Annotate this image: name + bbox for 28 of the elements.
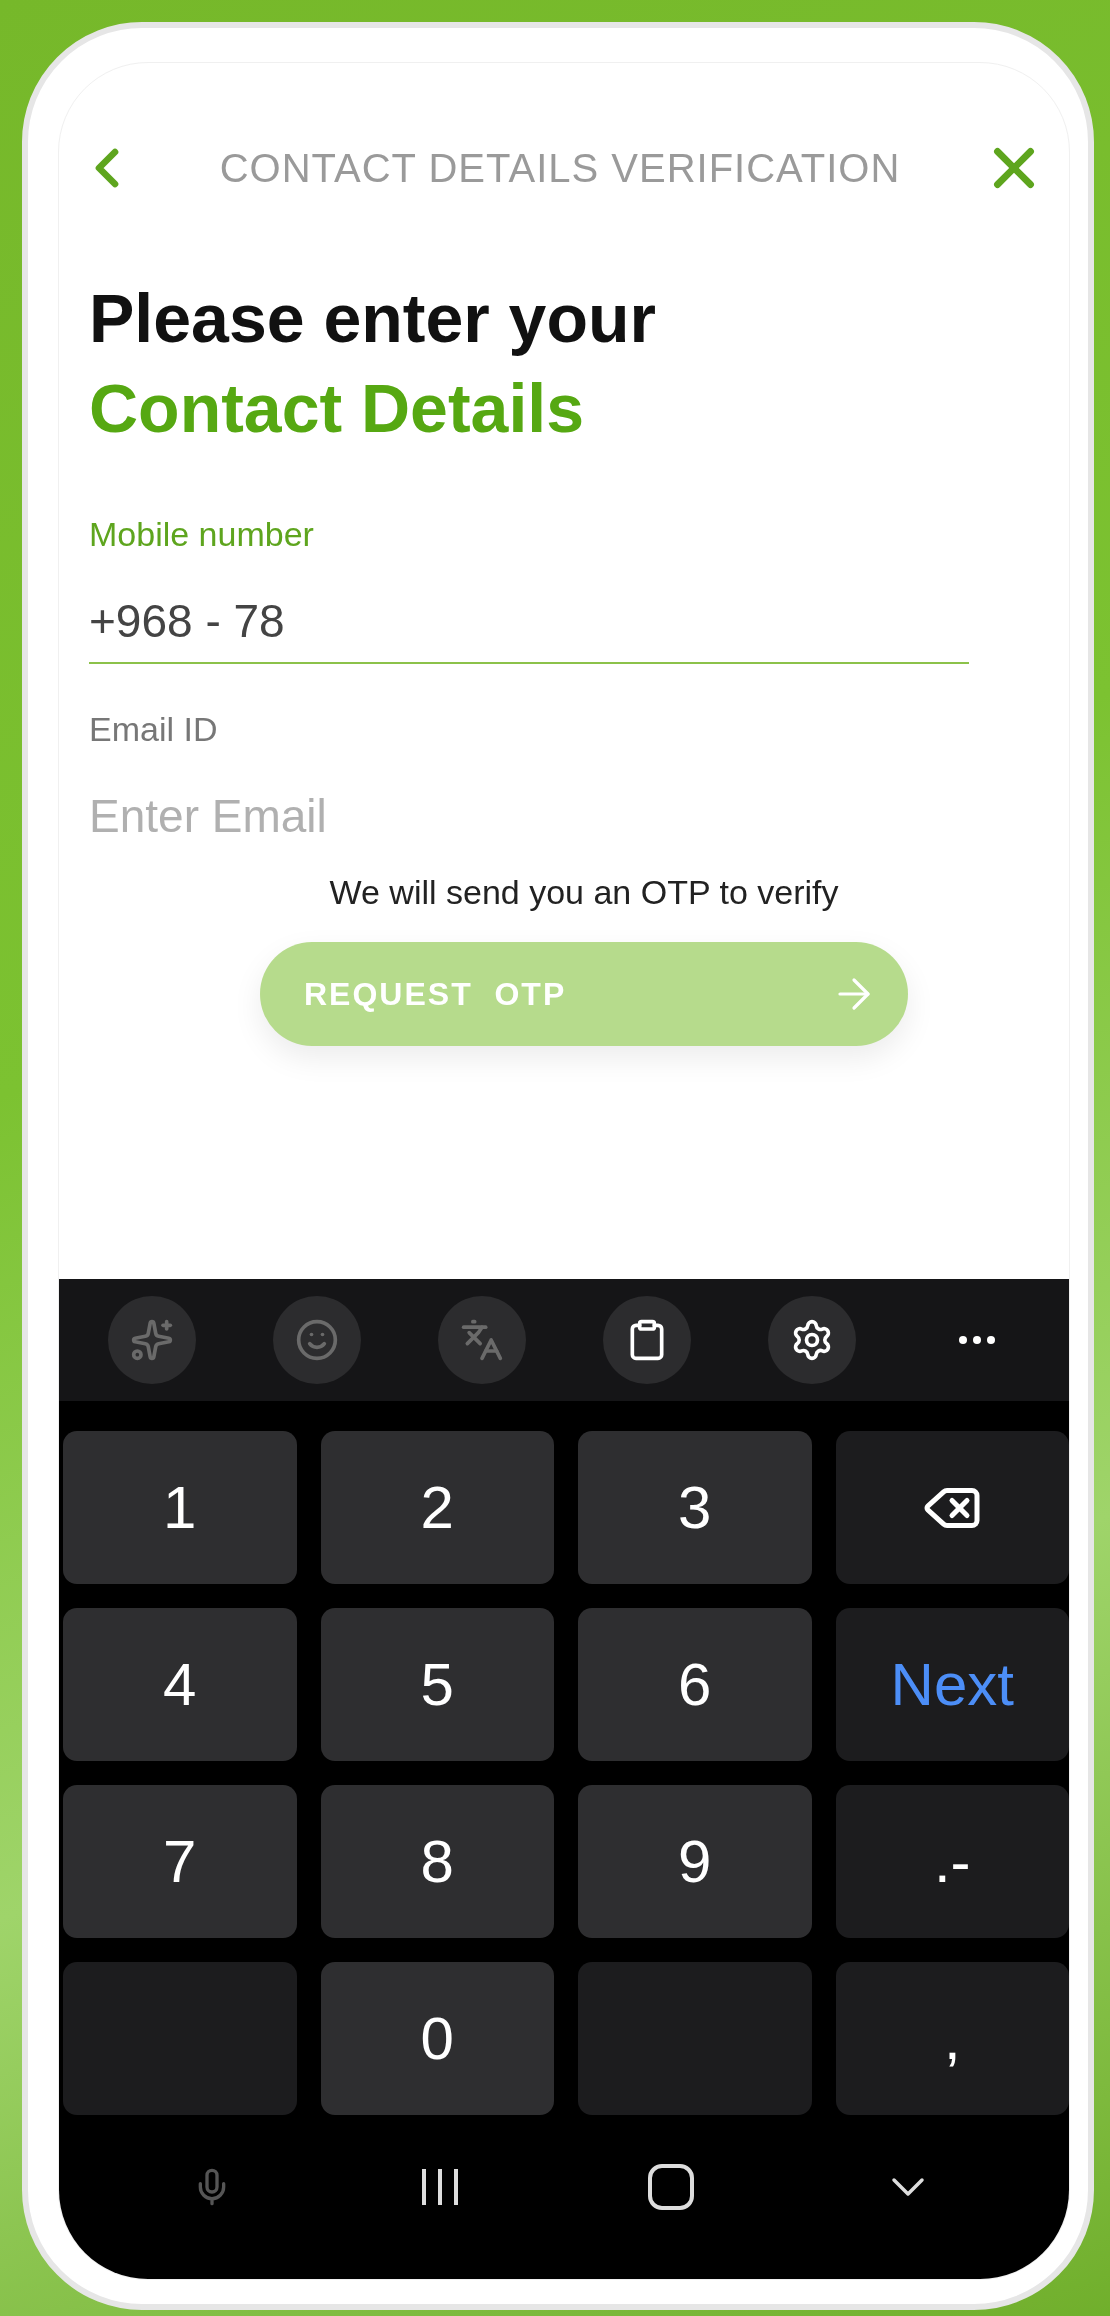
input-field[interactable]: Enter Email [89, 749, 969, 859]
keyboard-key[interactable]: 5 [320, 1608, 554, 1761]
field-label: Mobile number [89, 515, 315, 554]
keyboard-key[interactable]: 1 [63, 1431, 297, 1584]
keyboard-key[interactable]: 0 [320, 1962, 554, 2115]
page-title: CONTACT DETAILS VERIFICATION [218, 145, 902, 191]
keyboard-key[interactable]: 7 [63, 1785, 297, 1938]
keyboard-key[interactable]: 2 [320, 1431, 554, 1584]
keyboard-key[interactable]: 6 [578, 1608, 812, 1761]
backspace-key[interactable] [835, 1431, 1069, 1584]
keyboard-key[interactable]: .- [835, 1785, 1069, 1938]
home-icon [648, 2164, 694, 2210]
keyboard-key[interactable]: 4 [63, 1608, 297, 1761]
more-icon [958, 1336, 995, 1344]
heading-text: Please enter your [88, 279, 657, 358]
sparkle-icon [129, 1318, 174, 1362]
field-label: Email ID [89, 710, 219, 749]
translate-icon [459, 1318, 504, 1362]
keyboard-key[interactable]: , [835, 1962, 1069, 2115]
keyboard-key[interactable]: 3 [578, 1431, 812, 1584]
keyboard-key[interactable]: 8 [320, 1785, 554, 1938]
smiley-icon [294, 1318, 339, 1362]
nav-button[interactable] [648, 2164, 694, 2210]
input-field[interactable]: +968 - 78 [89, 554, 969, 664]
heading-highlight: Contact Details [88, 369, 585, 448]
next-key[interactable]: Next [835, 1608, 1069, 1761]
hint-text: We will send you an OTP to verify [328, 873, 840, 912]
keyboard-key[interactable]: 9 [578, 1785, 812, 1938]
